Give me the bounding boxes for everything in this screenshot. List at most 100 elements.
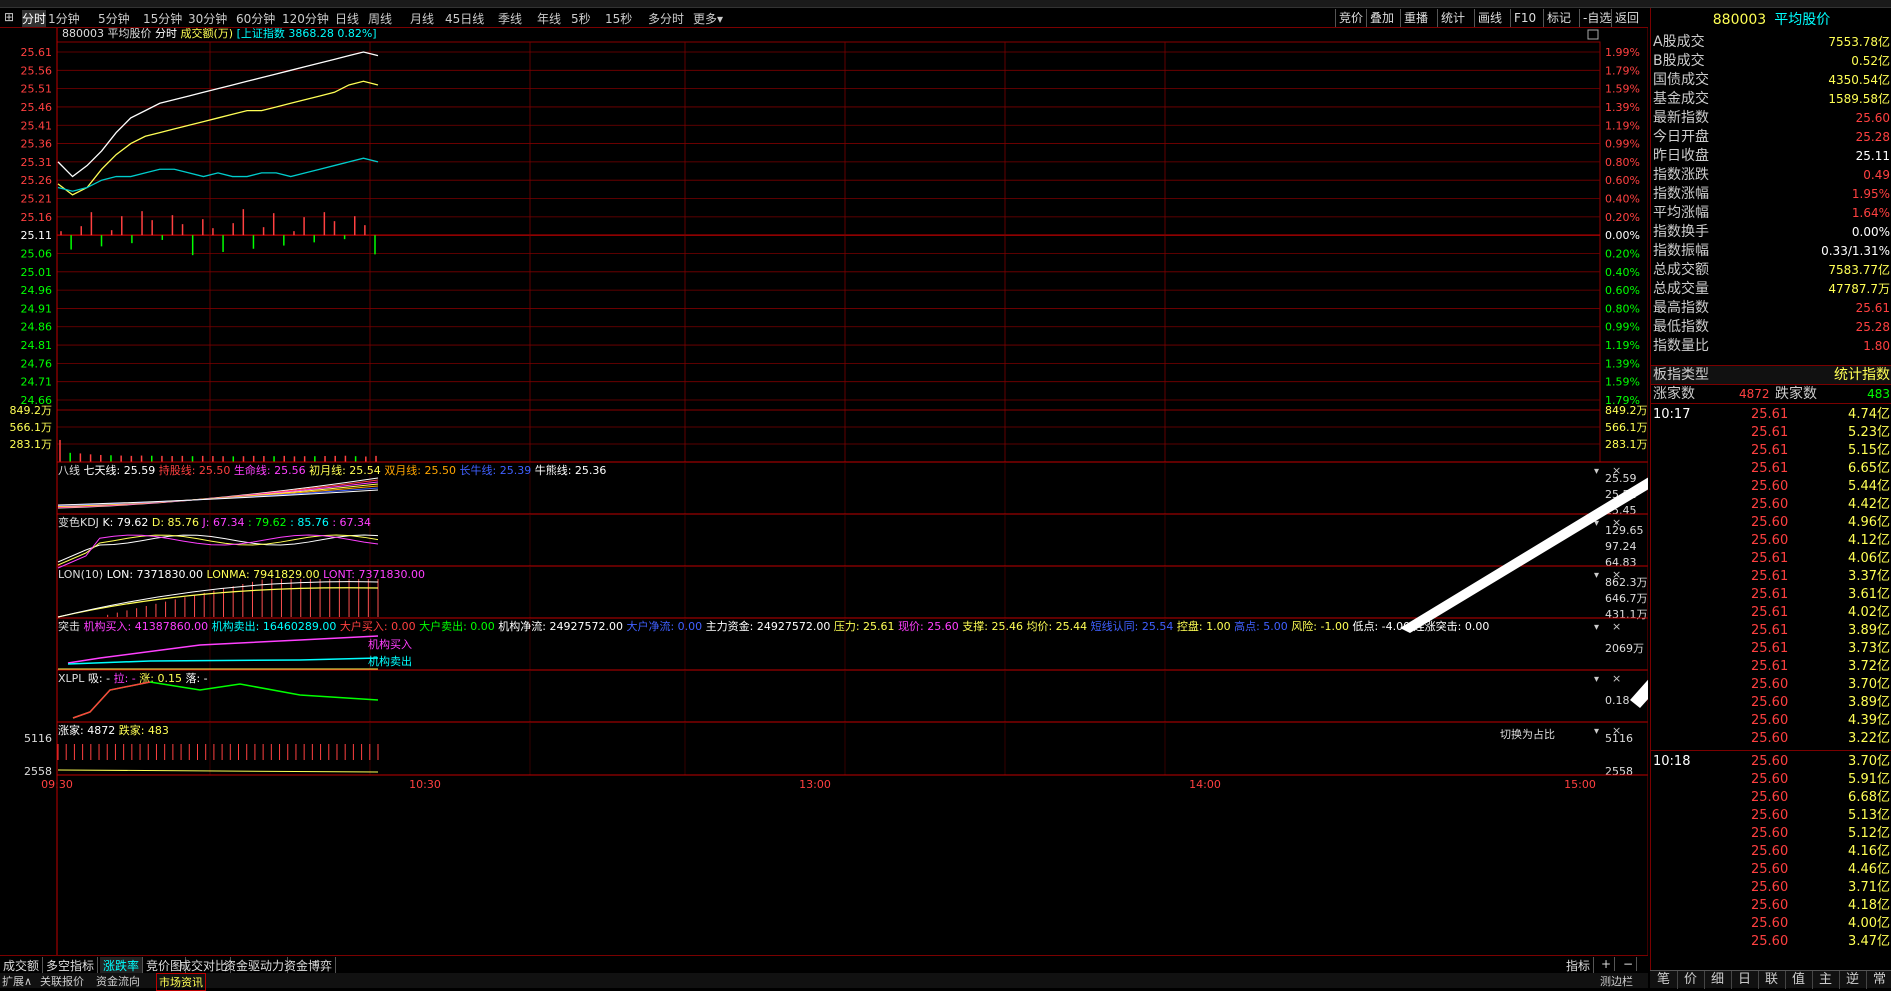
tick-volume: 4.12亿 <box>1848 533 1890 548</box>
tick-row: 25.60 5.91亿 <box>1651 771 1891 789</box>
period-tab-4[interactable]: 30分钟 <box>188 10 227 27</box>
panel-tab-0[interactable]: 笔 <box>1650 971 1678 989</box>
pane-tick-label-left: 2558 <box>24 765 52 778</box>
maximize-icon[interactable] <box>1587 29 1599 40</box>
period-tab-9[interactable]: 月线 <box>410 10 434 27</box>
chart-mode: 分时 <box>155 28 181 40</box>
pct-tick-label: 0.60% <box>1605 174 1640 187</box>
tick-price: 25.60 <box>1751 754 1789 769</box>
period-tab-7[interactable]: 日线 <box>335 10 359 27</box>
price-tick-label: 25.21 <box>21 193 53 206</box>
tick-row: 25.61 3.89亿 <box>1651 622 1891 640</box>
tick-price: 25.61 <box>1751 551 1789 566</box>
panel-tab-5[interactable]: 值 <box>1785 971 1813 989</box>
price-tick-label: 24.86 <box>21 321 53 334</box>
status-item-2[interactable]: 资金流向 <box>96 973 140 989</box>
pane-menu-icon[interactable]: ▾ <box>1594 466 1599 477</box>
status-item-4[interactable]: 测边栏 <box>1600 973 1633 989</box>
ticks-divider <box>1651 403 1891 404</box>
period-tab-10[interactable]: 45日线 <box>445 10 484 27</box>
period-tab-16[interactable]: 更多▾ <box>693 10 723 27</box>
panel-tab-6[interactable]: 主 <box>1812 971 1840 989</box>
toolbar-button-5[interactable]: F10 <box>1510 9 1539 27</box>
pane-close-icon[interactable]: × <box>1612 620 1621 633</box>
vol-tick-label-right: 849.2万 <box>1605 404 1648 417</box>
panel-tab-3[interactable]: 日 <box>1731 971 1759 989</box>
pane-menu-icon[interactable]: ▾ <box>1594 726 1599 737</box>
indicator-tabs: 成交额 多空指标 涨跌率 竞价图 成交对比 资金驱动力 资金博弈 指标 + − <box>0 955 1648 974</box>
panel-title-name: 平均股价 <box>1774 12 1831 28</box>
quote-row-value: 1.95% <box>1851 187 1890 201</box>
tick-row: 25.61 5.23亿 <box>1651 424 1891 442</box>
tick-row: 25.61 3.37亿 <box>1651 568 1891 586</box>
period-tab-1[interactable]: 1分钟 <box>48 10 80 27</box>
tick-row: 25.60 3.47亿 <box>1651 933 1891 951</box>
period-tab-5[interactable]: 60分钟 <box>236 10 275 27</box>
price-tick-label: 24.81 <box>21 339 53 352</box>
indicator-legend-lon: LON(10) LON: 7371830.00 LONMA: 7941829.0… <box>58 568 425 581</box>
period-tab-14[interactable]: 15秒 <box>605 10 632 27</box>
period-tab-3[interactable]: 15分钟 <box>143 10 182 27</box>
indicator-tab-0[interactable]: 成交额 <box>0 957 44 974</box>
quote-row-label: 指数振幅 <box>1653 243 1709 259</box>
grid-icon[interactable]: ⊞ <box>4 10 14 24</box>
pane-menu-icon[interactable]: ▾ <box>1594 570 1599 581</box>
period-tab-6[interactable]: 120分钟 <box>282 10 329 27</box>
tick-row: 25.60 4.16亿 <box>1651 843 1891 861</box>
period-tab-11[interactable]: 季线 <box>498 10 522 27</box>
bottom-tool-1[interactable]: + <box>1598 957 1616 971</box>
bottom-tool-2[interactable]: − <box>1620 957 1638 971</box>
toolbar-button-6[interactable]: 标记 <box>1543 9 1574 27</box>
kdj-line <box>57 534 379 563</box>
pct-tick-label: 0.80% <box>1605 156 1640 169</box>
panel-tab-4[interactable]: 联 <box>1758 971 1786 989</box>
indicator-tab-1[interactable]: 多空指标 <box>43 957 99 974</box>
toolbar-button-3[interactable]: 统计 <box>1437 9 1468 27</box>
toolbar-button-2[interactable]: 重播 <box>1400 9 1431 27</box>
tick-volume: 3.61亿 <box>1848 587 1890 602</box>
quote-row-label: 最高指数 <box>1653 300 1709 316</box>
indicator-legend-xlpl: XLPL 吸: - 拉: - 涨: 0.15 落: - <box>58 671 208 685</box>
quote-row-label: 指数涨跌 <box>1653 167 1709 183</box>
pane-close-icon[interactable]: × <box>1612 672 1621 685</box>
tick-price: 25.61 <box>1751 461 1789 476</box>
indicator-legend-tj: 突击 机构买入: 41387860.00 机构卖出: 16460289.00 大… <box>58 619 1489 633</box>
period-tab-13[interactable]: 5秒 <box>571 10 591 27</box>
tick-row: 25.60 4.42亿 <box>1651 496 1891 514</box>
price-tick-label: 24.76 <box>21 357 53 370</box>
pane-menu-icon[interactable]: ▾ <box>1594 622 1599 633</box>
indicator-tab-5[interactable]: 资金驱动力 <box>221 957 289 974</box>
period-tab-2[interactable]: 5分钟 <box>98 10 130 27</box>
price-tick-label: 25.11 <box>21 229 53 242</box>
bottom-tool-0[interactable]: 指标 <box>1563 957 1595 974</box>
toolbar-button-0[interactable]: 竞价 <box>1335 9 1366 27</box>
panel-tab-8[interactable]: 常 <box>1866 971 1891 989</box>
pane-tick-label: 25.59 <box>1605 472 1637 485</box>
tick-volume: 3.70亿 <box>1848 677 1890 692</box>
tick-row: 25.60 4.46亿 <box>1651 861 1891 879</box>
status-item-0[interactable]: 扩展∧ <box>2 973 32 989</box>
panel-tab-2[interactable]: 细 <box>1704 971 1732 989</box>
status-item-1[interactable]: 关联报价 <box>40 973 84 989</box>
period-tab-12[interactable]: 年线 <box>537 10 561 27</box>
price-tick-label: 24.96 <box>21 284 53 297</box>
toolbar-button-8[interactable]: 返回 <box>1611 9 1642 27</box>
indicator-tab-6[interactable]: 资金博弈 <box>281 957 337 974</box>
indicator-tab-2[interactable]: 涨跌率 <box>100 957 144 974</box>
tick-volume: 4.16亿 <box>1848 844 1890 859</box>
period-tab-15[interactable]: 多分时 <box>648 10 684 27</box>
pane-menu-icon[interactable]: ▾ <box>1594 674 1599 685</box>
tick-time: 10:18 <box>1653 754 1691 769</box>
toolbar-button-1[interactable]: 叠加 <box>1366 9 1397 27</box>
panel-tab-7[interactable]: 逆 <box>1839 971 1867 989</box>
toolbar-button-4[interactable]: 画线 <box>1474 9 1505 27</box>
period-tab-0[interactable]: 分时 <box>22 10 47 27</box>
status-item-3[interactable]: 市场资讯 <box>156 973 206 991</box>
tick-volume: 4.46亿 <box>1848 862 1890 877</box>
switch-ratio-button[interactable]: 切换为占比 <box>1500 727 1555 741</box>
toolbar-button-7[interactable]: -自选 <box>1579 9 1614 27</box>
tick-price: 25.60 <box>1751 695 1789 710</box>
price-tick-label: 25.26 <box>21 174 53 187</box>
period-tab-8[interactable]: 周线 <box>368 10 392 27</box>
panel-tab-1[interactable]: 价 <box>1677 971 1705 989</box>
